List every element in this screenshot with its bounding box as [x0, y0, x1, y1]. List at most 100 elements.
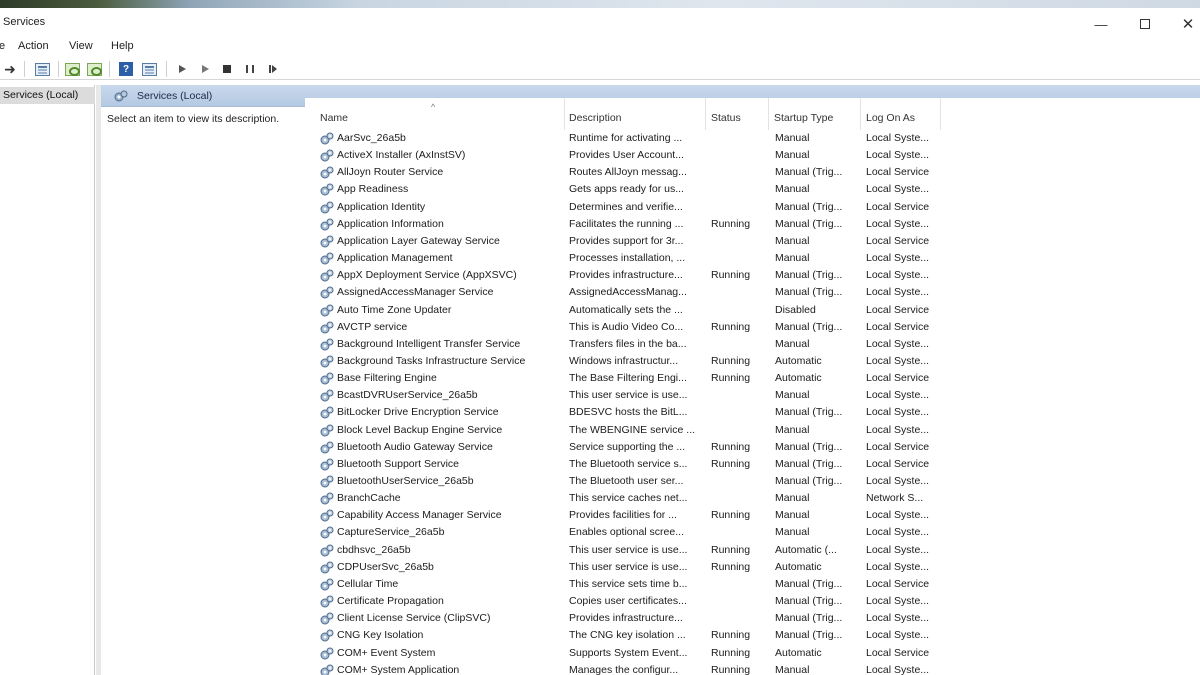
console-tree-icon: [34, 62, 50, 76]
column-header-status[interactable]: Status: [706, 98, 769, 130]
service-startup-type: Manual (Trig...: [775, 595, 843, 608]
service-description: Supports System Event...: [569, 646, 688, 659]
table-row[interactable]: COM+ System Application Manages the confi…: [305, 662, 1200, 675]
table-row[interactable]: Background Intelligent Transfer Service T…: [305, 336, 1200, 353]
restart-service-button[interactable]: [264, 61, 282, 77]
service-name: ActiveX Installer (AxInstSV): [337, 149, 466, 162]
service-log-on-as: Local Syste...: [866, 475, 930, 487]
service-gear-icon: [320, 578, 334, 591]
column-header-label: Name: [320, 112, 349, 124]
service-description: Determines and verifie...: [569, 200, 683, 213]
service-status: Running: [711, 457, 751, 470]
show-action-pane-button[interactable]: [139, 61, 159, 77]
service-gear-icon: [320, 647, 334, 659]
column-header-label: Startup Type: [774, 112, 834, 124]
table-row[interactable]: Client License Service (ClipSVC) Provides…: [305, 610, 1200, 627]
table-row[interactable]: AVCTP service This is Audio Video Co... Ru…: [305, 319, 1200, 336]
service-name: Block Level Backup Engine Service: [337, 423, 503, 436]
column-header-description[interactable]: Description: [564, 98, 706, 130]
service-startup-type: Manual: [775, 337, 810, 350]
service-startup-type: Manual (Trig...: [775, 406, 843, 419]
service-gear-icon: [320, 526, 334, 539]
table-row[interactable]: BluetoothUserService_26a5b The Bluetooth …: [305, 473, 1200, 490]
table-row[interactable]: cbdhsvc_26a5b This user service is use...…: [305, 542, 1200, 559]
tree-item-services-local[interactable]: Services (Local): [0, 87, 95, 104]
table-row[interactable]: Auto Time Zone Updater Automatically sets…: [305, 302, 1200, 319]
service-log-on-as: Local Syste...: [866, 560, 930, 573]
service-gear-icon: [320, 286, 334, 299]
table-row[interactable]: BitLocker Drive Encryption Service BDESVC…: [305, 404, 1200, 421]
column-header-log-on-as[interactable]: Log On As: [861, 98, 941, 130]
table-row[interactable]: AllJoyn Router Service Routes AllJoyn mes…: [305, 164, 1200, 181]
service-gear-icon: [320, 235, 334, 248]
service-description: Manages the configur...: [569, 663, 679, 675]
start-service-button[interactable]: [174, 61, 190, 77]
menu-help[interactable]: Help: [111, 40, 134, 52]
table-row[interactable]: Application Layer Gateway Service Provide…: [305, 233, 1200, 250]
table-row[interactable]: Block Level Backup Engine Service The WBE…: [305, 422, 1200, 439]
column-header-startup-type[interactable]: Startup Type: [769, 98, 861, 130]
table-row[interactable]: CNG Key Isolation The CNG key isolation .…: [305, 627, 1200, 644]
service-log-on-as: Local Service: [866, 577, 930, 590]
restart-icon: [269, 65, 277, 73]
table-row[interactable]: Cellular Time This service sets time b...…: [305, 576, 1200, 593]
table-row[interactable]: Bluetooth Support Service The Bluetooth s…: [305, 456, 1200, 473]
table-row[interactable]: COM+ Event System Supports System Event..…: [305, 645, 1200, 662]
service-name: Application Identity: [337, 200, 426, 213]
service-status: [711, 284, 771, 301]
minimize-button[interactable]: —: [1081, 12, 1121, 36]
service-log-on-as: Local Syste...: [866, 132, 930, 144]
maximize-button[interactable]: [1125, 12, 1165, 36]
service-log-on-as: Local Service: [866, 646, 930, 659]
export-list-button[interactable]: [85, 61, 103, 77]
title-bar[interactable]: Services — ✕: [0, 8, 1200, 38]
column-header-label: Status: [711, 112, 741, 124]
table-row[interactable]: Capability Access Manager Service Provide…: [305, 507, 1200, 524]
table-row[interactable]: Application Identity Determines and verif…: [305, 199, 1200, 216]
table-row[interactable]: AssignedAccessManager Service AssignedAcc…: [305, 284, 1200, 301]
table-row[interactable]: Certificate Propagation Copies user certi…: [305, 593, 1200, 610]
table-row[interactable]: Base Filtering Engine The Base Filtering …: [305, 370, 1200, 387]
service-gear-icon: [320, 458, 334, 471]
service-startup-type: Manual: [775, 423, 810, 436]
refresh-button[interactable]: [63, 61, 81, 77]
table-row[interactable]: Bluetooth Audio Gateway Service Service s…: [305, 439, 1200, 456]
column-header-name[interactable]: Name: [315, 98, 565, 130]
menu-view[interactable]: View: [69, 40, 93, 52]
table-row[interactable]: CaptureService_26a5b Enables optional scr…: [305, 524, 1200, 541]
start-service-alt-button[interactable]: [197, 61, 213, 77]
table-row[interactable]: AppX Deployment Service (AppXSVC) Provide…: [305, 267, 1200, 284]
table-row[interactable]: BcastDVRUserService_26a5b This user servi…: [305, 387, 1200, 404]
play-icon: [201, 65, 209, 73]
service-startup-type: Manual (Trig...: [775, 612, 843, 625]
service-gear-icon: [320, 595, 334, 608]
table-row[interactable]: CDPUserSvc_26a5b This user service is use…: [305, 559, 1200, 576]
service-log-on-as: Local Syste...: [866, 595, 930, 608]
service-description: BDESVC hosts the BitL...: [569, 406, 688, 419]
stop-service-button[interactable]: [219, 61, 235, 77]
table-row[interactable]: AarSvc_26a5b Runtime for activating ... Ma…: [305, 130, 1200, 147]
menu-file-edge[interactable]: e: [0, 40, 5, 52]
table-row[interactable]: BranchCache This service caches net... Man…: [305, 490, 1200, 507]
table-row[interactable]: App Readiness Gets apps ready for us... Ma…: [305, 181, 1200, 198]
table-row[interactable]: Application Management Processes installa…: [305, 250, 1200, 267]
help-button[interactable]: ?: [117, 61, 135, 77]
table-row[interactable]: Application Information Facilitates the r…: [305, 216, 1200, 233]
forward-button[interactable]: ➜: [1, 61, 19, 77]
show-console-tree-button[interactable]: [31, 61, 53, 77]
pause-service-button[interactable]: [242, 61, 258, 77]
menu-action[interactable]: Action: [18, 40, 49, 52]
service-status: Running: [711, 217, 751, 230]
service-log-on-as: Local Syste...: [866, 269, 930, 282]
service-startup-type: Manual (Trig...: [775, 440, 843, 453]
service-startup-type: Manual: [775, 526, 810, 539]
service-status: Running: [711, 372, 751, 385]
service-name: AssignedAccessManager Service: [337, 286, 494, 299]
table-row[interactable]: Background Tasks Infrastructure Service W…: [305, 353, 1200, 370]
service-gear-icon: [320, 252, 334, 265]
service-description: Facilitates the running ...: [569, 217, 684, 230]
service-description: Automatically sets the ...: [569, 303, 683, 316]
service-name: cbdhsvc_26a5b: [337, 543, 411, 556]
table-row[interactable]: ActiveX Installer (AxInstSV) Provides Use…: [305, 147, 1200, 164]
close-button[interactable]: ✕: [1168, 12, 1200, 36]
